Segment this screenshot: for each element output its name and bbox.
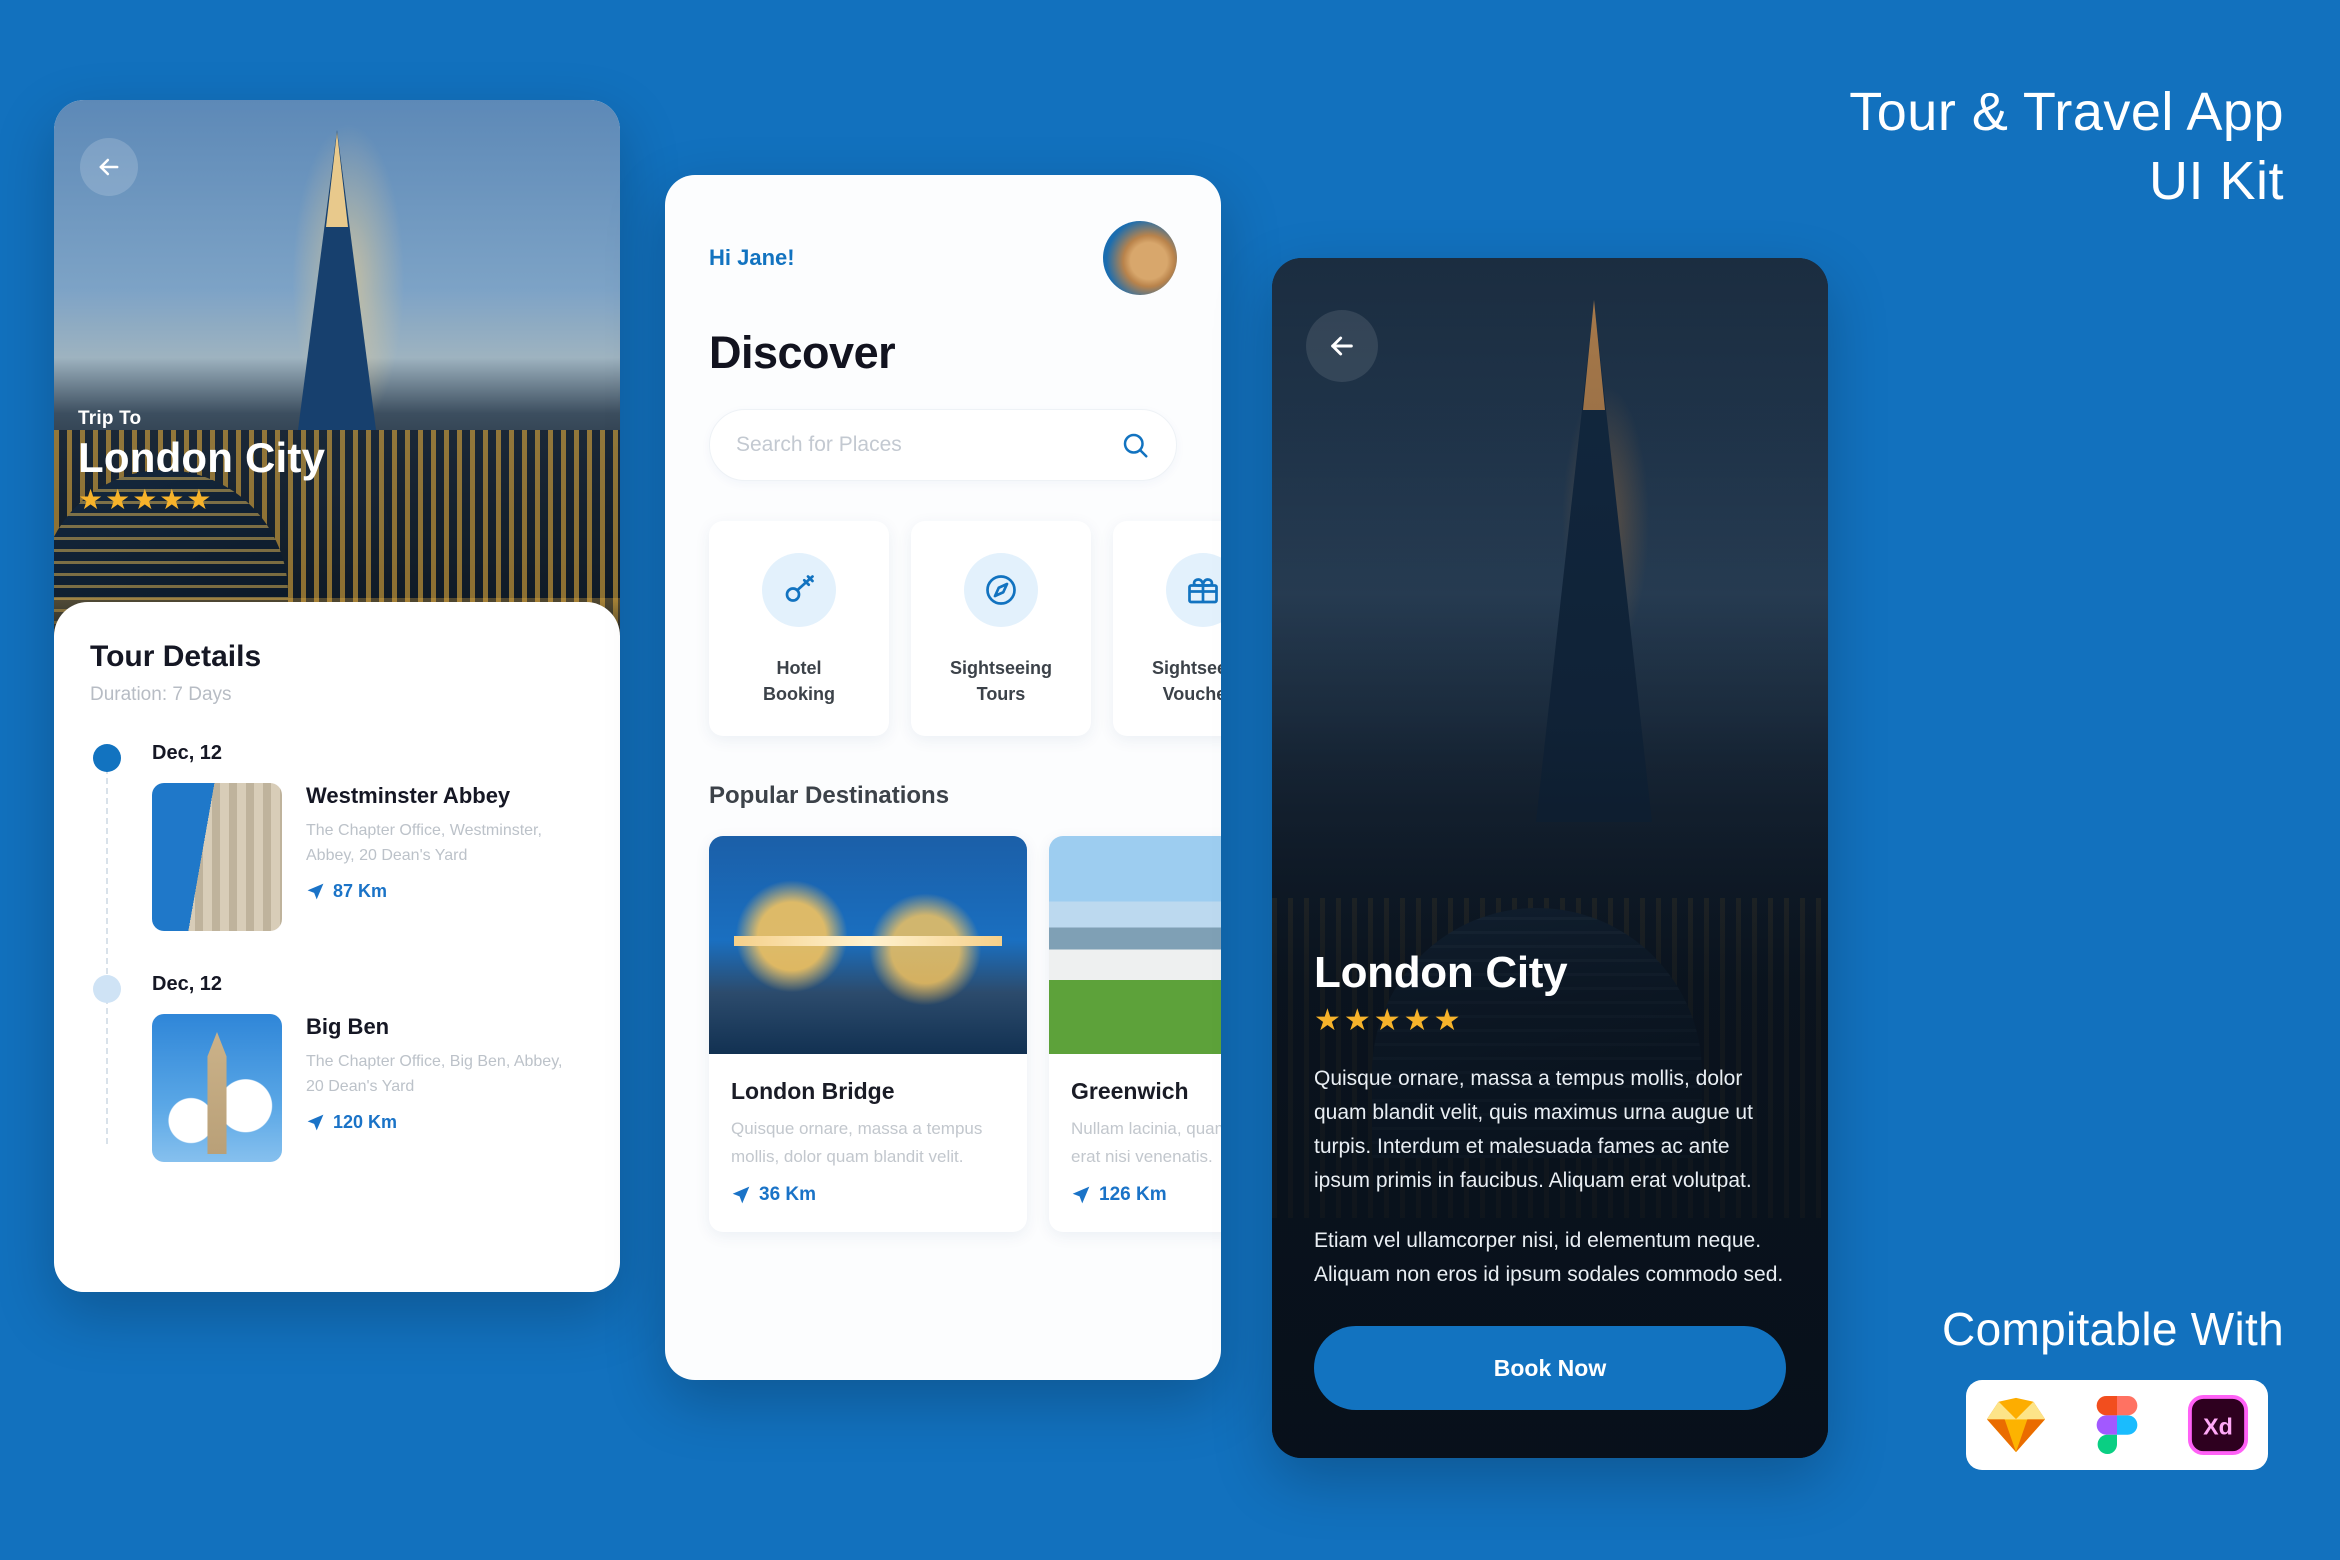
gift-icon <box>1166 553 1221 627</box>
avatar[interactable] <box>1103 221 1177 295</box>
detail-content: London City ★★★★★ Quisque ornare, massa … <box>1272 948 1828 1458</box>
screen-discover: Hi Jane! Discover Search for Places Hote… <box>665 175 1221 1380</box>
itinerary-distance: 120 Km <box>306 1112 566 1133</box>
compatible-with-label: Compitable With <box>1942 1303 2284 1355</box>
search-placeholder: Search for Places <box>736 433 902 456</box>
section-title-popular-destinations: Popular Destinations <box>709 782 950 809</box>
destination-description: Quisque ornare, massa a tempus mollis, d… <box>731 1119 983 1166</box>
category-label-line2: Booking <box>763 684 835 705</box>
screen-tour-details: Trip To London City ★★★★★ Tour Details D… <box>54 100 620 1292</box>
destination-card-london-bridge[interactable]: London Bridge Quisque ornare, massa a te… <box>709 836 1027 1233</box>
itinerary-thumbnail <box>152 783 282 931</box>
itinerary-name: Westminster Abbey <box>306 783 511 808</box>
itinerary-date: Dec, 12 <box>152 742 223 764</box>
itinerary-date: Dec, 12 <box>152 973 223 995</box>
svg-text:Xd: Xd <box>2203 1414 2233 1440</box>
promo-title: Tour & Travel App UI Kit <box>1849 78 2284 216</box>
back-button[interactable] <box>1306 310 1378 382</box>
rating-stars: ★★★★★ <box>78 484 214 515</box>
category-card-sightseeing-tours[interactable]: Sightseeing Tours <box>911 521 1091 736</box>
description-paragraph-2: Etiam vel ullamcorper nisi, id elementum… <box>1314 1228 1784 1286</box>
itinerary-distance: 87 Km <box>306 881 566 902</box>
category-label-line2: Tours <box>976 684 1026 705</box>
itinerary-address: The Chapter Office, Big Ben, Abbey, 20 D… <box>306 1053 563 1096</box>
destination-image <box>709 836 1027 1054</box>
destinations-row: London Bridge Quisque ornare, massa a te… <box>709 836 1221 1233</box>
tour-details-sheet: Tour Details Duration: 7 Days Dec, 12 We… <box>54 602 620 1292</box>
page-title: Tour Details <box>90 640 262 673</box>
book-now-button[interactable]: Book Now <box>1314 1326 1786 1410</box>
destination-name: Greenwich <box>1071 1078 1189 1104</box>
trip-to-label: Trip To <box>78 408 142 429</box>
screen-destination-detail: London City ★★★★★ Quisque ornare, massa … <box>1272 258 1828 1458</box>
itinerary-timeline: Dec, 12 Westminster Abbey The Chapter Of… <box>90 742 584 1162</box>
destination-image <box>1049 836 1221 1054</box>
itinerary-distance-value: 87 Km <box>333 880 388 901</box>
category-card-hotel-booking[interactable]: Hotel Booking <box>709 521 889 736</box>
itinerary-distance-value: 120 Km <box>333 1111 398 1132</box>
back-button[interactable] <box>80 138 138 196</box>
timeline-dot-inactive <box>93 975 121 1003</box>
category-label-line2: Vouchers <box>1162 684 1221 705</box>
category-card-sightseeing-vouchers[interactable]: Sightseeing Vouchers <box>1113 521 1221 736</box>
promo-title-line2: UI Kit <box>2148 151 2284 212</box>
key-icon <box>762 553 836 627</box>
itinerary-name: Big Ben <box>306 1014 390 1039</box>
hero-text-block: Trip To London City ★★★★★ <box>78 408 325 514</box>
navigation-arrow-icon <box>307 1114 324 1130</box>
search-icon[interactable] <box>1120 430 1150 460</box>
list-item[interactable]: Dec, 12 Westminster Abbey The Chapter Of… <box>90 742 584 931</box>
duration-label: Duration: 7 Days <box>90 684 232 705</box>
description-paragraph-1: Quisque ornare, massa a tempus mollis, d… <box>1314 1066 1753 1192</box>
category-label: Sightseeing Vouchers <box>1152 655 1221 707</box>
destination-name: London Bridge <box>731 1078 895 1104</box>
category-label: Sightseeing Tours <box>950 655 1052 707</box>
compatible-logos-bar: Xd <box>1966 1380 2268 1470</box>
destination-distance-value: 126 Km <box>1099 1184 1167 1206</box>
hero-city-title: London City <box>78 434 326 481</box>
category-row: Hotel Booking Sightseeing Tours Sightse … <box>709 521 1221 736</box>
page-title: Discover <box>709 327 896 378</box>
destination-description: Nullam lacinia, quam at dapibus, erat ni… <box>1071 1119 1221 1166</box>
navigation-arrow-icon <box>732 1186 750 1204</box>
rating-stars: ★★★★★ <box>1314 1003 1464 1037</box>
adobe-xd-logo: Xd <box>2187 1394 2249 1456</box>
timeline-dot-active <box>93 744 121 772</box>
category-label: Hotel Booking <box>763 655 835 707</box>
navigation-arrow-icon <box>1072 1186 1090 1204</box>
compass-icon <box>964 553 1038 627</box>
search-input[interactable]: Search for Places <box>709 409 1177 481</box>
sketch-logo <box>1985 1394 2047 1456</box>
navigation-arrow-icon <box>307 883 324 899</box>
itinerary-thumbnail <box>152 1014 282 1162</box>
hero-image-london: Trip To London City ★★★★★ <box>54 100 620 660</box>
destination-distance: 126 Km <box>1071 1184 1221 1206</box>
destination-distance-value: 36 Km <box>759 1184 817 1206</box>
destination-distance: 36 Km <box>731 1184 1005 1206</box>
category-label-line1: Hotel <box>776 658 822 678</box>
destination-card-greenwich[interactable]: Greenwich Nullam lacinia, quam at dapibu… <box>1049 836 1221 1233</box>
figma-logo <box>2086 1394 2148 1456</box>
arrow-left-icon <box>1331 336 1353 356</box>
arrow-left-icon <box>99 158 119 176</box>
itinerary-address: The Chapter Office, Westminster, Abbey, … <box>306 822 542 865</box>
promo-title-line1: Tour & Travel App <box>1849 82 2284 142</box>
page-title: London City <box>1314 947 1568 997</box>
category-label-line1: Sightseeing <box>949 658 1052 678</box>
list-item[interactable]: Dec, 12 Big Ben The Chapter Office, Big … <box>90 973 584 1162</box>
greeting-label: Hi Jane! <box>709 245 795 270</box>
category-label-line1: Sightseeing <box>1151 658 1221 678</box>
